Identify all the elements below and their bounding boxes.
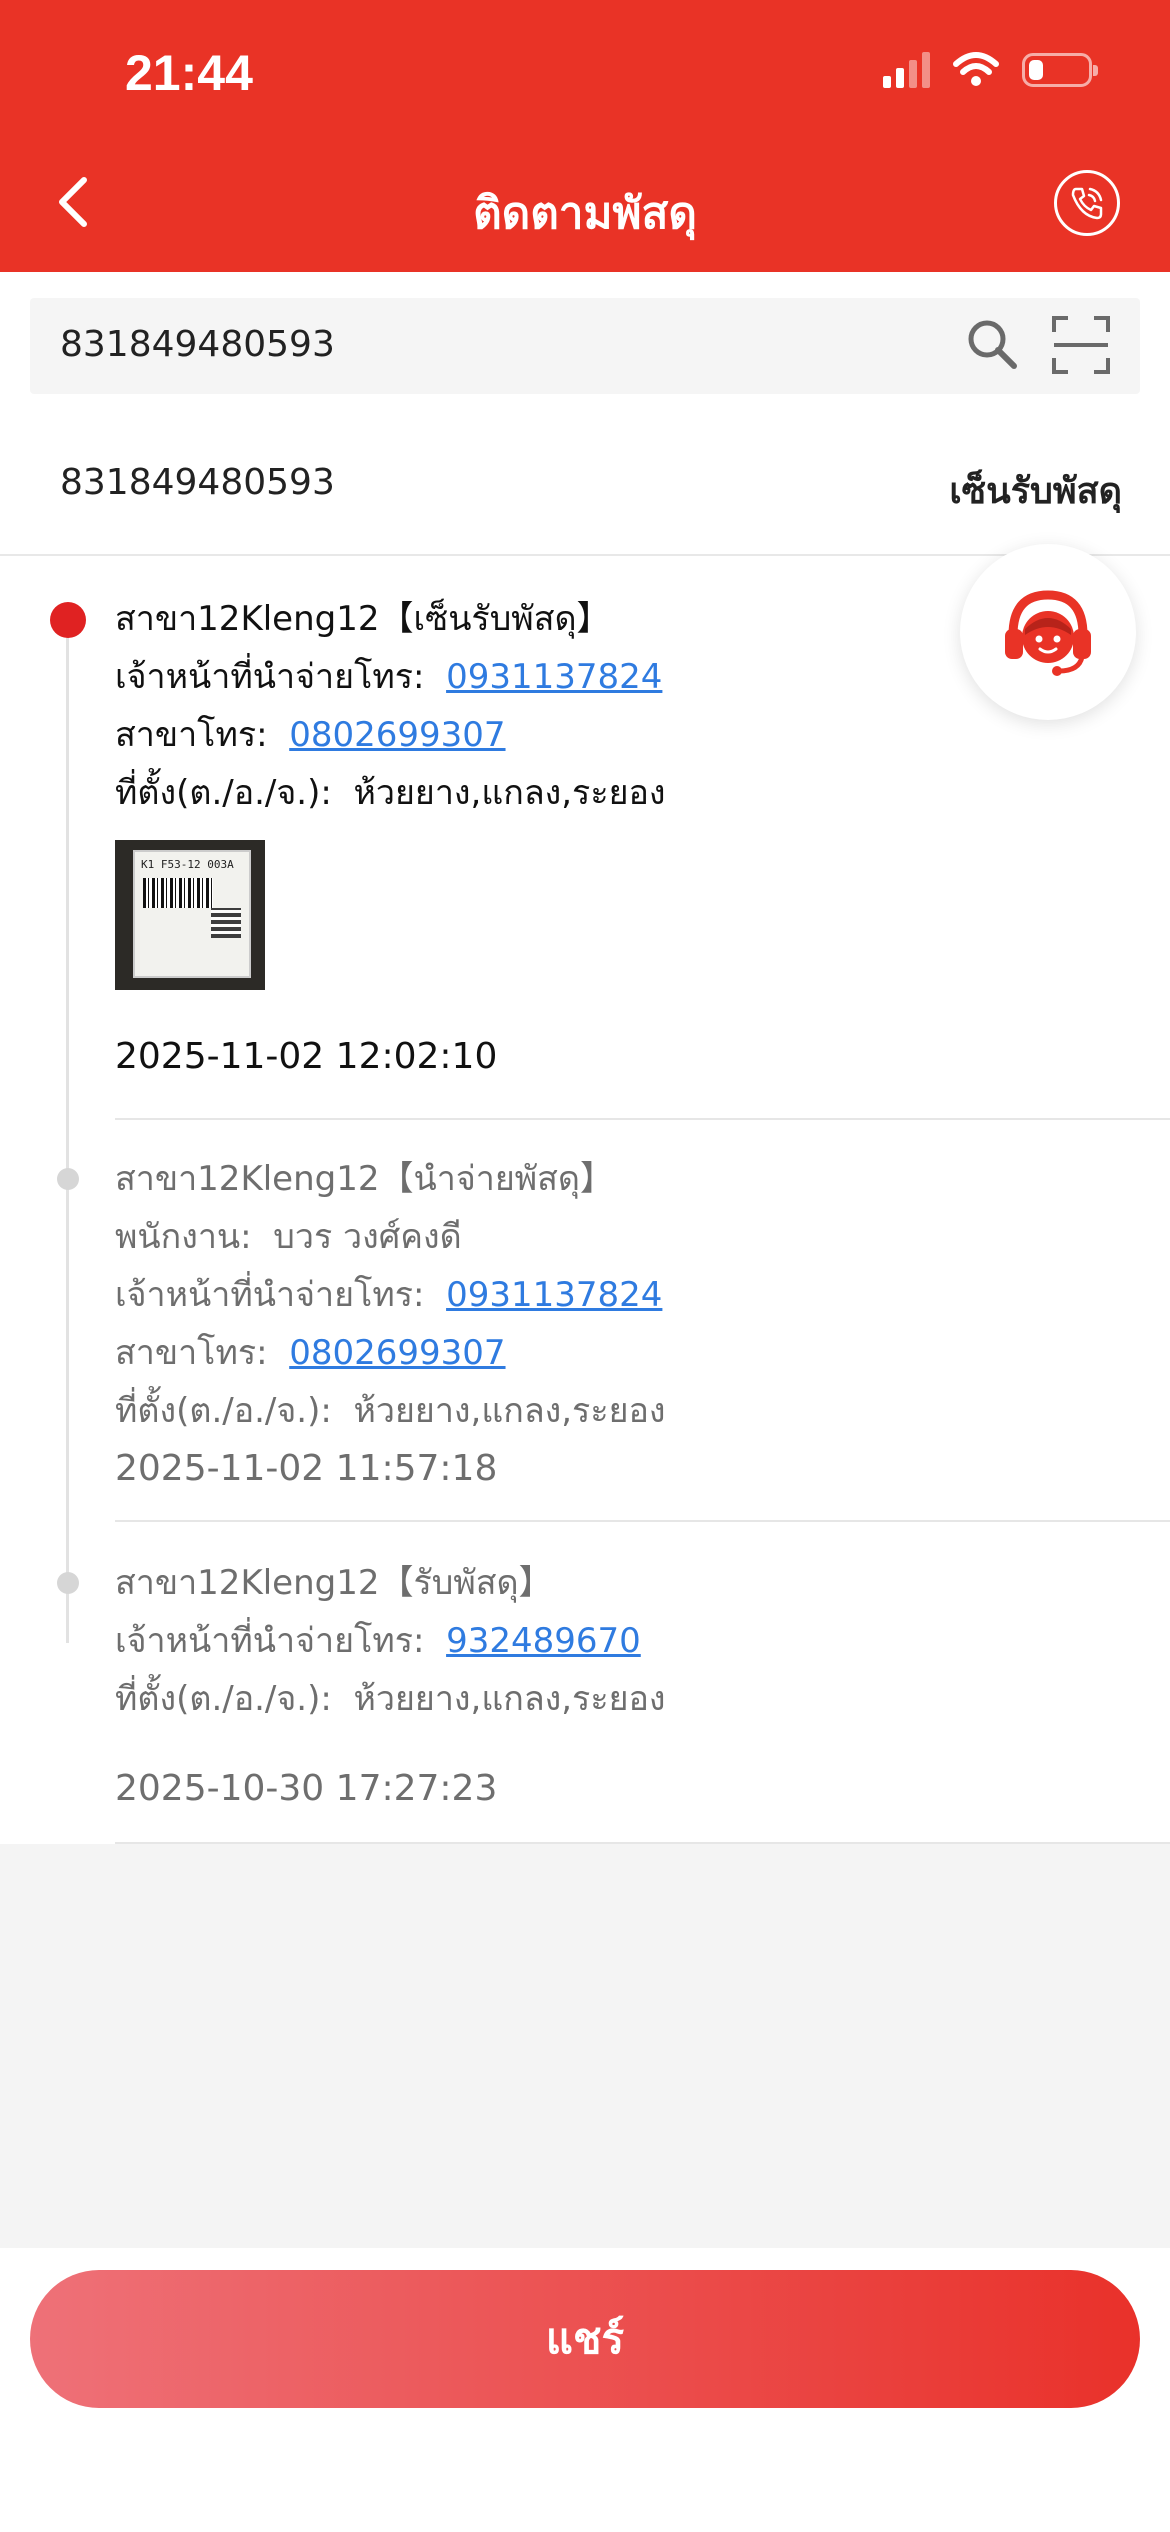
- courier-phone-row: เจ้าหน้าที่นำจ่ายโทร: 0931137824: [115, 1266, 1170, 1324]
- tracking-number: 831849480593: [60, 462, 335, 503]
- location-label: ที่ตั้ง(ต./อ./จ.):: [115, 1391, 332, 1431]
- search-section: 831849480593 831849480593 เซ็นรับพัสดุ: [0, 272, 1170, 556]
- location-value: ห้วยยาง,แกลง,ระยอง: [353, 1391, 666, 1431]
- location-row: ที่ตั้ง(ต./อ./จ.): ห้วยยาง,แกลง,ระยอง: [115, 1382, 1170, 1440]
- timeline-dot: [57, 1572, 79, 1594]
- event-divider: [115, 1520, 1170, 1522]
- staff-row: พนักงาน: บวร วงศ์คงดี: [115, 1208, 1170, 1266]
- photo-label-text: K1 F53-12 003A: [141, 858, 234, 871]
- courier-phone-label: เจ้าหน้าที่นำจ่ายโทร:: [115, 1621, 425, 1661]
- branch-phone-row: สาขาโทร: 0802699307: [115, 1324, 1170, 1382]
- event-title: สาขา12Kleng12【รับพัสดุ】: [115, 1563, 553, 1603]
- event-divider: [115, 1842, 1170, 1844]
- event-title: สาขา12Kleng12【นำจ่ายพัสดุ】: [115, 1159, 615, 1199]
- delivery-proof-photo[interactable]: K1 F53-12 003A: [115, 840, 265, 990]
- wifi-icon: [953, 52, 999, 86]
- courier-phone-link[interactable]: 932489670: [446, 1621, 641, 1661]
- tracking-timeline: สาขา12Kleng12【เซ็นรับพัสดุ】 เจ้าหน้าที่น…: [0, 556, 1170, 1844]
- courier-phone-label: เจ้าหน้าที่นำจ่ายโทร:: [115, 657, 425, 697]
- tracking-summary: 831849480593 เซ็นรับพัสดุ: [60, 462, 1122, 512]
- branch-phone-label: สาขาโทร:: [115, 715, 268, 755]
- cellular-signal-icon: [883, 52, 930, 88]
- branch-phone-link[interactable]: 0802699307: [289, 715, 505, 755]
- timeline-event: สาขา12Kleng12【รับพัสดุ】 เจ้าหน้าที่นำจ่า…: [115, 1554, 1170, 1818]
- battery-icon: [1022, 53, 1098, 87]
- staff-label: พนักงาน:: [115, 1217, 252, 1257]
- courier-phone-row: เจ้าหน้าที่นำจ่ายโทร: 932489670: [115, 1612, 1170, 1670]
- timeline-dot-active: [50, 602, 86, 638]
- staff-name: บวร วงศ์คงดี: [273, 1217, 462, 1257]
- location-value: ห้วยยาง,แกลง,ระยอง: [353, 1679, 666, 1719]
- scan-icon[interactable]: [1050, 314, 1112, 376]
- app-header: 21:44 ติดตามพัสดุ: [0, 0, 1170, 272]
- branch-phone-row: สาขาโทร: 0802699307: [115, 706, 1170, 764]
- location-row: ที่ตั้ง(ต./อ./จ.): ห้วยยาง,แกลง,ระยอง: [115, 1670, 1170, 1728]
- event-timestamp: 2025-11-02 12:02:10: [115, 1036, 498, 1077]
- search-icon[interactable]: [964, 316, 1020, 372]
- event-timestamp: 2025-11-02 11:57:18: [115, 1448, 498, 1489]
- timeline-dot: [57, 1168, 79, 1190]
- location-label: ที่ตั้ง(ต./อ./จ.):: [115, 773, 332, 813]
- branch-phone-link[interactable]: 0802699307: [289, 1333, 505, 1373]
- timeline-event: สาขา12Kleng12【นำจ่ายพัสดุ】 พนักงาน: บวร …: [115, 1150, 1170, 1498]
- status-icons: [883, 52, 1098, 88]
- delivery-status: เซ็นรับพัสดุ: [949, 471, 1122, 512]
- location-value: ห้วยยาง,แกลง,ระยอง: [353, 773, 666, 813]
- branch-phone-label: สาขาโทร:: [115, 1333, 268, 1373]
- phone-call-icon: [1071, 187, 1103, 220]
- courier-phone-link[interactable]: 0931137824: [446, 1275, 662, 1315]
- event-divider: [115, 1118, 1170, 1120]
- courier-phone-link[interactable]: 0931137824: [446, 657, 662, 697]
- search-input-value[interactable]: 831849480593: [60, 324, 335, 365]
- location-label: ที่ตั้ง(ต./อ./จ.):: [115, 1679, 332, 1719]
- customer-support-icon: [1005, 590, 1091, 676]
- timeline-line: [66, 621, 69, 1643]
- page-title: ติดตามพัสดุ: [473, 188, 697, 239]
- tracking-search-input[interactable]: 831849480593: [30, 298, 1140, 394]
- status-time: 21:44: [125, 45, 253, 101]
- courier-phone-label: เจ้าหน้าที่นำจ่ายโทร:: [115, 1275, 425, 1315]
- bottom-action-bar: แชร์: [0, 2248, 1170, 2532]
- event-timestamp: 2025-10-30 17:27:23: [115, 1768, 498, 1809]
- location-row: ที่ตั้ง(ต./อ./จ.): ห้วยยาง,แกลง,ระยอง: [115, 764, 1170, 822]
- customer-support-button[interactable]: [960, 544, 1136, 720]
- call-button[interactable]: [1054, 170, 1120, 236]
- share-button[interactable]: แชร์: [30, 2270, 1140, 2408]
